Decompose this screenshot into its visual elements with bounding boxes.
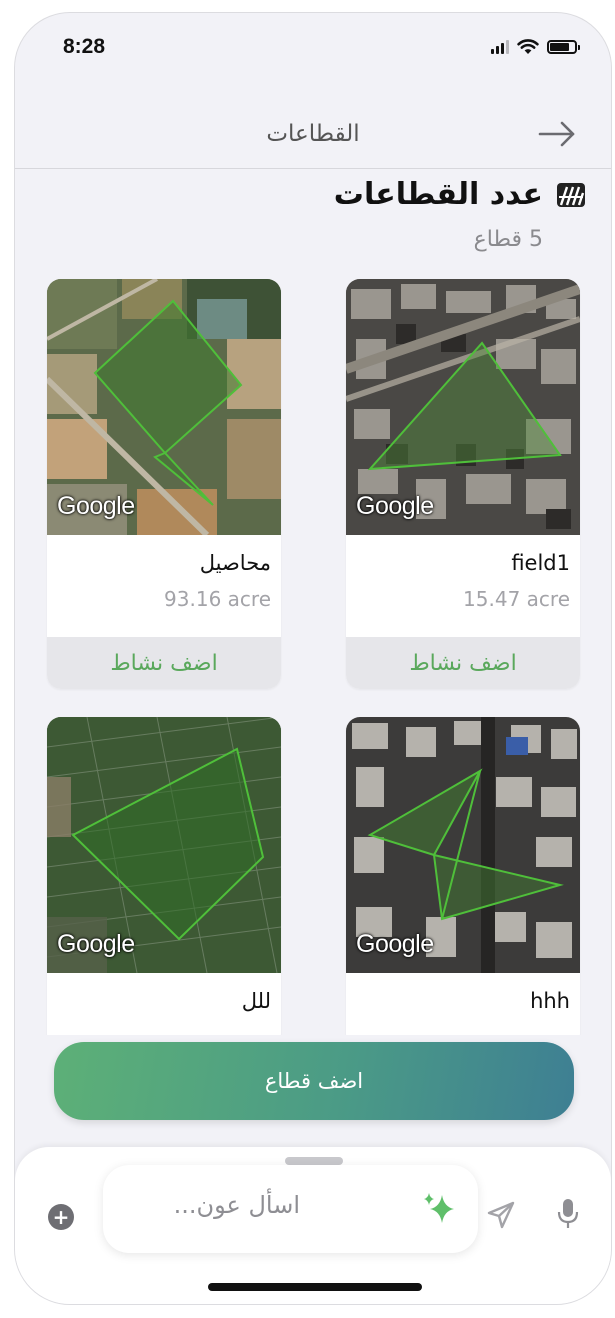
field-card[interactable]: Google hhh (346, 717, 580, 1035)
field-area: 15.47 acre (463, 587, 570, 611)
google-watermark: Google (57, 930, 135, 958)
field-area: 93.16 acre (164, 587, 271, 611)
field-map-thumbnail[interactable]: Google (346, 279, 580, 535)
field-name: field1 (511, 551, 570, 575)
plus-icon[interactable]: + (48, 1204, 74, 1230)
wifi-icon (517, 39, 539, 54)
arrow-right-icon[interactable] (537, 119, 577, 149)
google-watermark: Google (356, 930, 434, 958)
microphone-icon[interactable] (557, 1197, 579, 1231)
status-time: 8:28 (63, 35, 106, 58)
page-title: القطاعات (266, 121, 360, 147)
fields-count: 5 قطاع (473, 227, 543, 252)
phone-screen: 8:28 القطاعات عدد القطاعات 5 قطاع Google… (14, 12, 612, 1305)
google-watermark: Google (57, 492, 135, 520)
fields-icon (557, 182, 585, 207)
fields-header: عدد القطاعات (334, 177, 587, 212)
field-name: hhh (530, 989, 570, 1013)
assistant-bottom-sheet: + اسأل عون... (15, 1147, 611, 1304)
sheet-grabber[interactable] (285, 1157, 343, 1165)
sparkle-icon[interactable] (420, 1189, 460, 1229)
field-name: محاصيل (199, 551, 271, 575)
fields-count-title: عدد القطاعات (333, 177, 543, 212)
field-card[interactable]: Google field1 15.47 acre اضف نشاط (346, 279, 580, 689)
field-map-thumbnail[interactable]: Google (346, 717, 580, 973)
status-icons (491, 39, 580, 55)
field-map-thumbnail[interactable]: Google (47, 279, 281, 535)
ask-input-placeholder: اسأل عون... (173, 1191, 300, 1219)
field-card[interactable]: Google محاصيل 93.16 acre اضف نشاط (47, 279, 281, 689)
field-card[interactable]: Google للل (47, 717, 281, 1035)
navigation-bar: القطاعات (15, 109, 611, 169)
status-bar: 8:28 (15, 13, 611, 83)
ask-input[interactable]: اسأل عون... (103, 1165, 478, 1253)
battery-icon (547, 40, 580, 54)
signal-icon (491, 40, 509, 54)
fields-grid: Google field1 15.47 acre اضف نشاط Google… (15, 279, 611, 1035)
field-map-thumbnail[interactable]: Google (47, 717, 281, 973)
home-indicator (208, 1283, 422, 1291)
send-icon[interactable] (485, 1199, 517, 1231)
field-name: للل (241, 989, 271, 1013)
add-sector-button[interactable]: اضف قطاع (54, 1042, 574, 1120)
add-activity-button[interactable]: اضف نشاط (346, 637, 580, 689)
google-watermark: Google (356, 492, 434, 520)
add-activity-button[interactable]: اضف نشاط (47, 637, 281, 689)
